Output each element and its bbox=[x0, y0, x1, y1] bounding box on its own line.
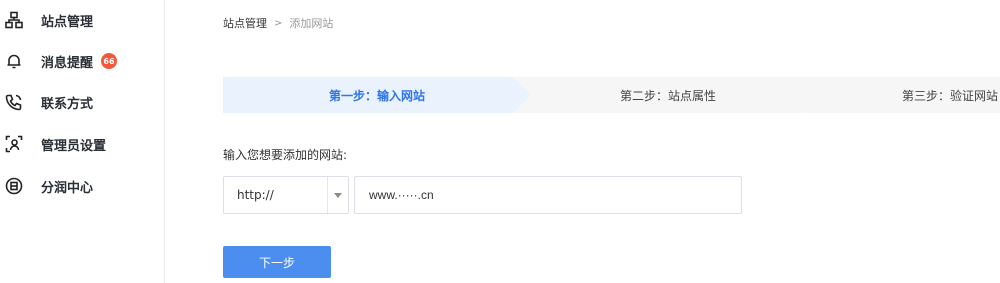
sidebar-item-contact[interactable]: 联系方式 bbox=[0, 82, 164, 122]
sidebar-item-profit-center[interactable]: 分润中心 bbox=[0, 166, 164, 206]
breadcrumb-parent[interactable]: 站点管理 bbox=[223, 15, 267, 31]
sidebar-item-admin-settings[interactable]: 管理员设置 bbox=[0, 124, 164, 164]
sidebar-item-label: 管理员设置 bbox=[41, 138, 107, 154]
website-field-label: 输入您想要添加的网站: bbox=[223, 148, 348, 162]
website-url-input[interactable] bbox=[354, 176, 742, 214]
step-label: 第二步：站点属性 bbox=[619, 88, 716, 103]
protocol-value: http:// bbox=[237, 188, 274, 202]
sidebar-item-site-management[interactable]: 站点管理 bbox=[0, 0, 164, 40]
phone-icon bbox=[5, 93, 23, 111]
step-2: 第二步：站点属性 bbox=[513, 77, 823, 113]
notification-badge: 66 bbox=[101, 53, 117, 69]
sidebar-item-label: 分润中心 bbox=[41, 180, 94, 196]
step-progress: 第三步：验证网站 第二步：站点属性 第一步：输入网站 bbox=[223, 77, 1000, 113]
step-3: 第三步：验证网站 bbox=[805, 77, 1000, 113]
sidebar-item-label: 消息提醒 bbox=[41, 55, 94, 71]
protocol-select[interactable]: http:// bbox=[223, 176, 349, 214]
sidebar-item-messages[interactable]: 消息提醒 66 bbox=[0, 41, 164, 81]
step-1-active: 第一步：输入网站 bbox=[223, 77, 531, 113]
step-label: 第一步：输入网站 bbox=[328, 88, 425, 103]
caret-down-icon[interactable] bbox=[334, 193, 342, 198]
sidebar-item-label: 联系方式 bbox=[41, 96, 94, 112]
bell-icon bbox=[5, 52, 23, 70]
select-divider bbox=[327, 177, 328, 213]
next-step-button[interactable]: 下一步 bbox=[223, 246, 331, 278]
breadcrumb-current: 添加网站 bbox=[289, 17, 334, 30]
coin-icon bbox=[5, 177, 23, 195]
sidebar: 站点管理 消息提醒 66 联系方式 管理员设置 分润中心 bbox=[0, 0, 165, 283]
sitemap-icon bbox=[5, 11, 23, 29]
step-label: 第三步：验证网站 bbox=[901, 88, 998, 103]
breadcrumb: 站点管理 > 添加网站 bbox=[223, 15, 333, 31]
breadcrumb-separator: > bbox=[274, 17, 283, 29]
sidebar-item-label: 站点管理 bbox=[41, 14, 94, 30]
admin-user-icon bbox=[5, 135, 23, 153]
